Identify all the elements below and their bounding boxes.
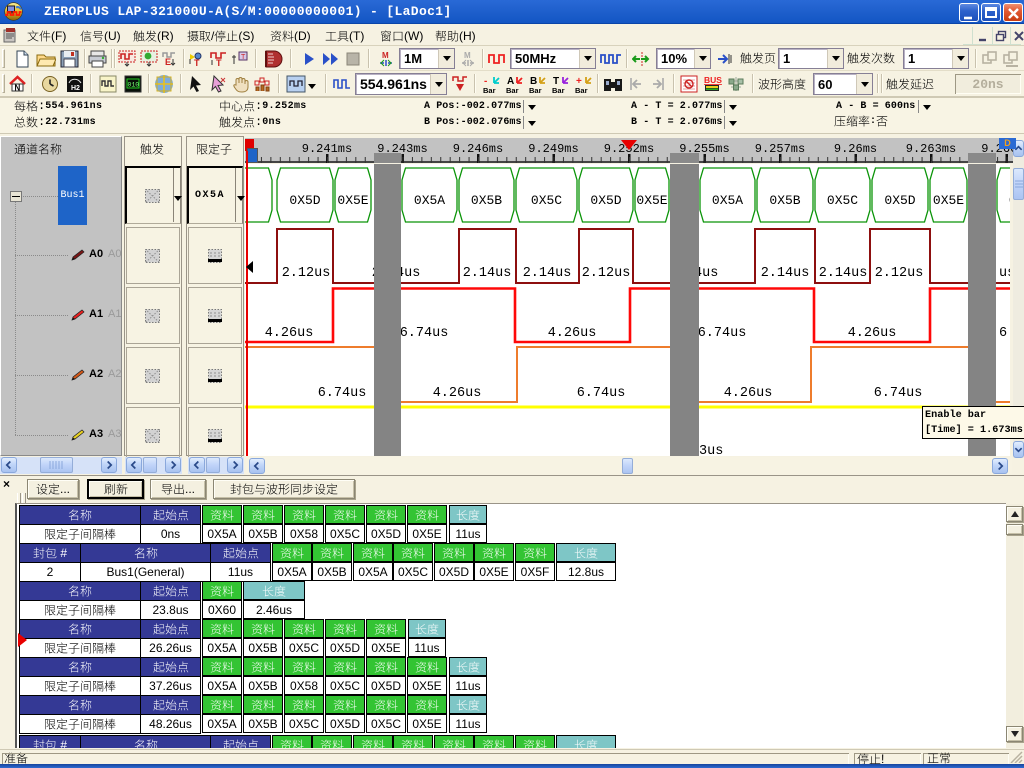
svg-text:4.26us: 4.26us [724,386,773,401]
svg-text:9.257ms: 9.257ms [755,142,805,156]
svg-text:Bar: Bar [506,86,519,94]
svg-text:2.14us: 2.14us [523,266,572,281]
svg-text:T: T [241,54,246,61]
svg-text:0X5D: 0X5D [884,193,915,208]
svg-text:0X5A: 0X5A [414,193,445,208]
svg-text:6.74us: 6.74us [400,326,449,341]
svg-text:H2: H2 [71,85,80,92]
svg-text:T: T [194,58,200,68]
svg-text:6.74us: 6.74us [874,386,923,401]
svg-text:2.14us: 2.14us [463,266,512,281]
svg-text:Bar: Bar [575,86,588,94]
svg-text:0X5B: 0X5B [769,193,800,208]
svg-text:0X5D: 0X5D [590,193,621,208]
svg-text:T: T [216,58,222,68]
svg-text:2.14us: 2.14us [819,266,868,281]
svg-text:M: M [464,51,471,60]
svg-text:0X5E: 0X5E [933,193,964,208]
svg-text:0X5E: 0X5E [636,193,667,208]
svg-text:9.241ms: 9.241ms [302,142,352,156]
svg-text:6.: 6. [999,326,1010,341]
svg-text:0X5D: 0X5D [289,193,320,208]
svg-text:0X5C: 0X5C [827,193,858,208]
svg-text:9.249ms: 9.249ms [528,142,578,156]
svg-text:6.74us: 6.74us [318,386,367,401]
svg-text:010: 010 [128,82,140,89]
svg-text:6.74us: 6.74us [698,326,747,341]
svg-text:Bar: Bar [529,86,542,94]
svg-text:3us: 3us [699,444,723,456]
svg-text:9.246ms: 9.246ms [453,142,503,156]
svg-text:E: E [165,57,171,67]
svg-text:4.26us: 4.26us [433,386,482,401]
svg-text:9.26ms: 9.26ms [834,142,877,156]
svg-text:2.12us: 2.12us [582,266,631,281]
svg-text:0X5A: 0X5A [1009,193,1010,208]
svg-text:Bar: Bar [552,86,565,94]
svg-text:0X5C: 0X5C [531,193,562,208]
svg-text:us: us [999,266,1010,281]
svg-text:0X5A: 0X5A [712,193,743,208]
svg-text:0X5B: 0X5B [471,193,502,208]
svg-text:2.14us: 2.14us [761,266,810,281]
svg-text:4.26us: 4.26us [548,326,597,341]
svg-text:4.26us: 4.26us [265,326,314,341]
svg-text:M: M [382,51,389,60]
svg-text:2.12us: 2.12us [875,266,924,281]
svg-text:9.263ms: 9.263ms [906,142,956,156]
svg-text:2.12us: 2.12us [282,266,331,281]
svg-text:6.74us: 6.74us [577,386,626,401]
svg-text:0X5E: 0X5E [337,193,368,208]
svg-text:N: N [15,84,21,93]
svg-text:Bar: Bar [483,86,496,94]
svg-text:BUS: BUS [704,75,722,85]
svg-text:4.26us: 4.26us [848,326,897,341]
